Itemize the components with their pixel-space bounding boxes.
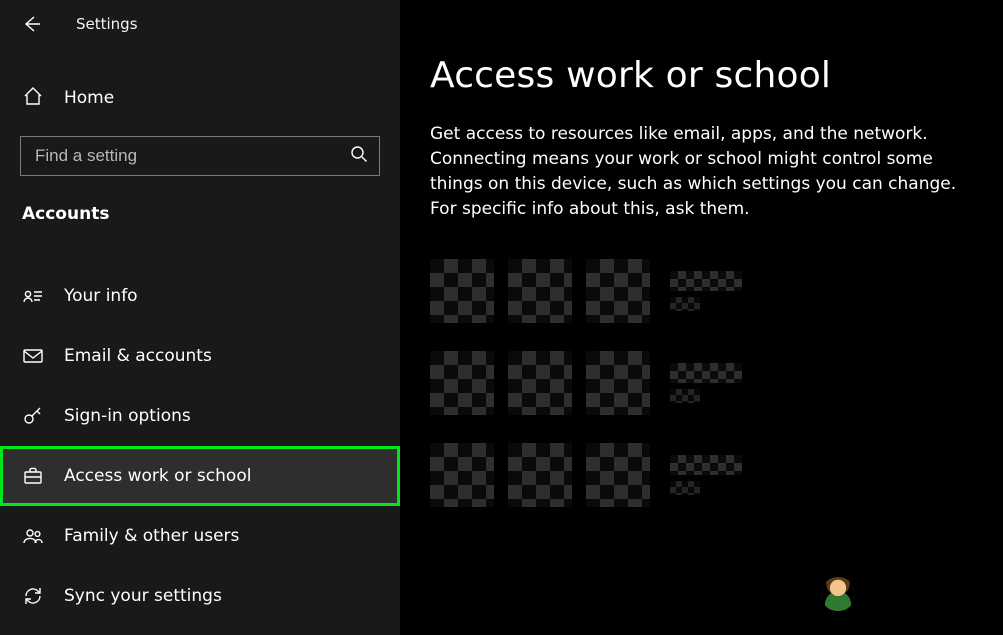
redacted-text <box>670 363 742 383</box>
redacted-icon <box>508 259 572 323</box>
redacted-icon <box>508 443 572 507</box>
account-list <box>430 259 973 507</box>
nav-list: Your info Email & accounts Sign-in optio… <box>0 266 400 626</box>
nav-item-family-users[interactable]: Family & other users <box>0 506 400 566</box>
nav-item-sync-settings[interactable]: Sync your settings <box>0 566 400 626</box>
page-description: Get access to resources like email, apps… <box>430 122 973 223</box>
redacted-icon <box>586 259 650 323</box>
nav-item-label: Sign-in options <box>64 406 191 426</box>
nav-item-label: Sync your settings <box>64 586 222 606</box>
settings-sidebar: Settings Home Accounts Your info Email &… <box>0 0 400 635</box>
back-button[interactable] <box>22 14 42 34</box>
window-title: Settings <box>76 15 138 33</box>
nav-item-label: Access work or school <box>64 466 251 486</box>
redacted-icon <box>508 351 572 415</box>
redacted-text <box>670 271 742 291</box>
nav-item-label: Your info <box>64 286 138 306</box>
nav-home[interactable]: Home <box>0 78 400 118</box>
redacted-text <box>670 455 742 475</box>
redacted-icon <box>430 351 494 415</box>
briefcase-icon <box>22 465 44 487</box>
account-entry[interactable] <box>430 351 973 415</box>
redacted-icon <box>430 259 494 323</box>
home-icon <box>22 85 44 111</box>
nav-item-access-work-school[interactable]: Access work or school <box>0 446 400 506</box>
page-title: Access work or school <box>430 55 973 96</box>
person-card-icon <box>22 285 44 307</box>
redacted-icon <box>586 443 650 507</box>
nav-item-email-accounts[interactable]: Email & accounts <box>0 326 400 386</box>
redacted-text <box>670 389 700 403</box>
nav-item-label: Family & other users <box>64 526 239 546</box>
nav-item-your-info[interactable]: Your info <box>0 266 400 326</box>
redacted-text <box>670 297 700 311</box>
search-wrap <box>20 136 380 176</box>
key-icon <box>22 405 44 427</box>
arrow-left-icon <box>22 14 42 34</box>
redacted-text <box>670 481 700 495</box>
search-input[interactable] <box>20 136 380 176</box>
redacted-icon <box>586 351 650 415</box>
search-icon[interactable] <box>350 145 368 167</box>
section-heading: Accounts <box>0 204 400 224</box>
account-entry[interactable] <box>430 259 973 323</box>
header-row: Settings <box>0 0 400 48</box>
main-pane: Access work or school Get access to reso… <box>400 0 1003 635</box>
nav-item-label: Email & accounts <box>64 346 212 366</box>
nav-home-label: Home <box>64 88 114 108</box>
account-entry[interactable] <box>430 443 973 507</box>
sync-icon <box>22 585 44 607</box>
people-icon <box>22 525 44 547</box>
avatar <box>821 577 855 611</box>
mail-icon <box>22 345 44 367</box>
redacted-icon <box>430 443 494 507</box>
nav-item-sign-in-options[interactable]: Sign-in options <box>0 386 400 446</box>
